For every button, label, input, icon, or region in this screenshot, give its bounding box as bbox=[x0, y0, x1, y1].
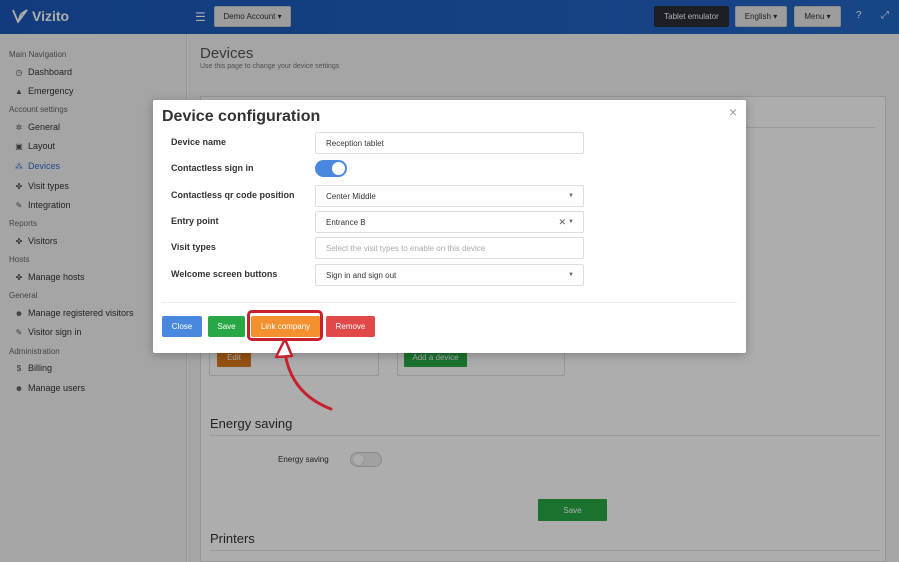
entry-point-select[interactable]: Entrance B ✕ ▼ bbox=[315, 211, 584, 233]
visit-types-select[interactable]: Select the visit types to enable on this… bbox=[315, 237, 584, 259]
save-button[interactable]: Save bbox=[208, 316, 245, 337]
welcome-buttons-value: Sign in and sign out bbox=[326, 270, 397, 280]
caret-down-icon: ▼ bbox=[568, 219, 574, 225]
device-name-input[interactable]: Reception tablet bbox=[315, 132, 584, 154]
caret-down-icon: ▼ bbox=[568, 193, 574, 199]
divider bbox=[162, 302, 737, 303]
contactless-toggle[interactable] bbox=[315, 160, 347, 177]
clear-icon[interactable]: ✕ bbox=[558, 217, 566, 228]
entry-point-label: Entry point bbox=[171, 216, 219, 226]
welcome-buttons-select[interactable]: Sign in and sign out ▼ bbox=[315, 264, 584, 286]
visit-types-placeholder: Select the visit types to enable on this… bbox=[326, 243, 486, 253]
caret-down-icon: ▼ bbox=[568, 272, 574, 278]
modal-title: Device configuration bbox=[162, 108, 321, 125]
qr-position-select[interactable]: Center Middle ▼ bbox=[315, 185, 584, 207]
remove-button[interactable]: Remove bbox=[326, 316, 375, 337]
qr-position-value: Center Middle bbox=[326, 191, 376, 201]
contactless-label: Contactless sign in bbox=[171, 163, 254, 173]
close-icon[interactable]: × bbox=[729, 104, 737, 120]
device-configuration-modal: Device configuration × Device name Recep… bbox=[153, 100, 746, 353]
annotation-arrow-icon bbox=[274, 337, 333, 411]
device-name-label: Device name bbox=[171, 137, 227, 147]
device-name-value: Reception tablet bbox=[326, 138, 384, 148]
welcome-buttons-label: Welcome screen buttons bbox=[171, 269, 278, 279]
qr-position-label: Contactless qr code position bbox=[171, 190, 295, 200]
entry-point-value: Entrance B bbox=[326, 217, 366, 227]
close-button[interactable]: Close bbox=[162, 316, 202, 337]
visit-types-label: Visit types bbox=[171, 242, 216, 252]
